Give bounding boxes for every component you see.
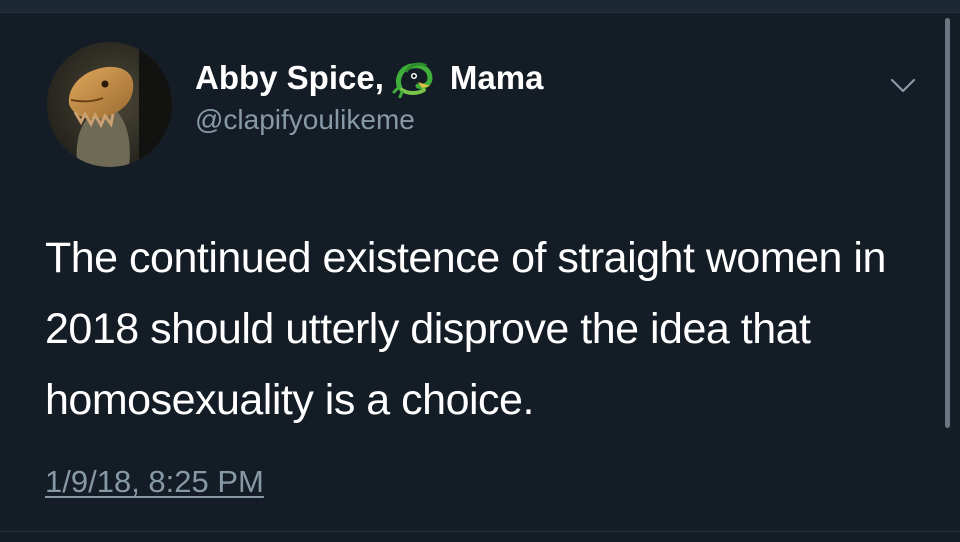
tweet-text: The continued existence of straight wome… <box>45 234 886 424</box>
display-name-part2: Mama <box>449 59 544 96</box>
tweet-header: Abby Spice, Mama @clapifyoulikeme <box>195 58 543 138</box>
top-border <box>0 0 960 13</box>
bearded-dragon-avatar-image <box>47 42 172 167</box>
user-handle[interactable]: @clapifyoulikeme <box>195 102 543 138</box>
display-name-part1: Abby Spice, <box>195 59 384 96</box>
bottom-border <box>0 531 960 542</box>
avatar[interactable] <box>47 42 172 167</box>
display-name[interactable]: Abby Spice, Mama <box>195 58 544 99</box>
chevron-down-icon[interactable] <box>888 74 918 96</box>
tweet-timestamp[interactable]: 1/9/18, 8:25 PM <box>45 462 264 502</box>
scrollbar[interactable] <box>945 18 950 428</box>
dragon-emoji-icon <box>392 58 438 99</box>
